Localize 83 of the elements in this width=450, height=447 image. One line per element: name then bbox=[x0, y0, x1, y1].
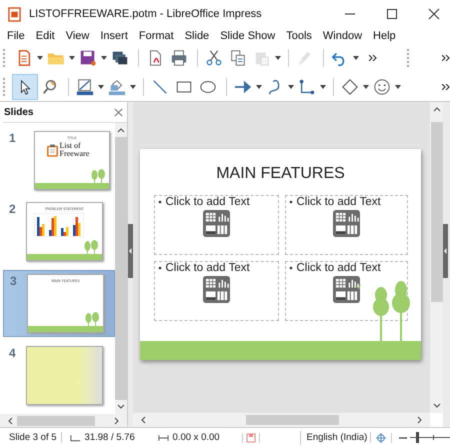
maximize-icon[interactable] bbox=[386, 8, 398, 20]
menu-item[interactable]: Tools bbox=[282, 30, 316, 42]
tree-drawing bbox=[83, 240, 99, 254]
scroll-right-icon[interactable] bbox=[417, 416, 423, 424]
thumbnail-text: List of bbox=[60, 142, 82, 150]
language-status[interactable]: English (India) bbox=[300, 432, 372, 443]
scrollbar-thumb[interactable] bbox=[115, 137, 127, 400]
scroll-down-icon[interactable] bbox=[117, 404, 125, 410]
menu-item[interactable]: Slide Show bbox=[216, 30, 280, 42]
bar-chart-drawing bbox=[34, 213, 84, 237]
tree-drawing bbox=[90, 169, 106, 183]
placeholder-text: Click to add Text bbox=[166, 196, 250, 208]
dropdown-arrow-icon[interactable] bbox=[69, 56, 75, 60]
dropdown-arrow-icon[interactable] bbox=[320, 84, 326, 88]
window-title: LISTOFFREEWARE.potm - LibreOffice Impress bbox=[29, 8, 262, 20]
dropdown-arrow-icon[interactable] bbox=[288, 84, 294, 88]
dropdown-arrow-icon[interactable] bbox=[256, 84, 262, 88]
content-placeholder[interactable]: Click to add Text bbox=[284, 195, 408, 255]
content-placeholder[interactable]: Click to add Text bbox=[154, 195, 278, 255]
insert-content-icon[interactable] bbox=[332, 276, 360, 303]
dropdown-arrow-icon[interactable] bbox=[98, 84, 104, 88]
slider-thumb[interactable] bbox=[416, 432, 420, 443]
document-modified-icon bbox=[246, 432, 256, 442]
scroll-up-icon[interactable] bbox=[432, 106, 440, 112]
menu-item[interactable]: File bbox=[3, 30, 29, 42]
position-icon bbox=[70, 434, 81, 442]
slide-number: 2 bbox=[9, 202, 17, 216]
bullet-icon bbox=[158, 266, 162, 270]
app-icon bbox=[8, 6, 21, 22]
size-readout: 0.00 x 0.00 bbox=[172, 432, 220, 443]
scroll-right-icon[interactable] bbox=[114, 416, 120, 424]
dropdown-arrow-icon[interactable] bbox=[37, 56, 43, 60]
menu-item[interactable]: Window bbox=[318, 30, 366, 42]
collapse-handle-icon[interactable] bbox=[128, 224, 133, 278]
collapse-handle-icon[interactable] bbox=[443, 224, 448, 278]
scroll-left-icon[interactable] bbox=[7, 416, 13, 424]
bullet-icon bbox=[288, 266, 292, 270]
slide-counter: Slide 3 of 5 bbox=[0, 432, 62, 443]
dropdown-arrow-icon[interactable] bbox=[130, 84, 136, 88]
dropdown-arrow-icon[interactable] bbox=[353, 56, 359, 60]
more-icon[interactable] bbox=[442, 55, 450, 61]
panel-title: Slides bbox=[4, 106, 34, 118]
close-icon[interactable] bbox=[428, 8, 440, 20]
size-icon bbox=[158, 434, 169, 442]
content-placeholder[interactable]: Click to add Text bbox=[154, 261, 278, 321]
menu-item[interactable]: Slide bbox=[180, 30, 214, 42]
more-icon[interactable] bbox=[369, 55, 377, 61]
placeholder-text: Click to add Text bbox=[296, 262, 381, 274]
fit-slide-icon[interactable] bbox=[376, 432, 386, 442]
scrollbar-thumb[interactable] bbox=[430, 122, 442, 302]
menu-item[interactable]: Help bbox=[369, 30, 400, 42]
placeholder-text: Click to add Text bbox=[166, 262, 250, 274]
insert-content-icon[interactable] bbox=[202, 210, 230, 237]
scroll-down-icon[interactable] bbox=[432, 403, 440, 409]
insert-content-icon[interactable] bbox=[202, 276, 230, 303]
menu-item[interactable]: Format bbox=[134, 30, 178, 42]
slide-number: 3 bbox=[10, 274, 18, 288]
clipboard-icon bbox=[46, 144, 58, 156]
close-icon[interactable] bbox=[114, 108, 123, 116]
slide-number: 1 bbox=[9, 131, 17, 145]
tree-drawing bbox=[84, 312, 100, 326]
scroll-left-icon[interactable] bbox=[140, 416, 146, 424]
dropdown-arrow-icon[interactable] bbox=[363, 84, 369, 88]
slide-number: 4 bbox=[9, 346, 17, 360]
more-icon[interactable] bbox=[442, 84, 450, 90]
slide-title: MAIN FEATURES bbox=[216, 165, 345, 183]
bullet-icon bbox=[158, 200, 162, 204]
placeholder-text: Click to add Text bbox=[296, 196, 381, 208]
menu-item[interactable]: Edit bbox=[32, 30, 59, 42]
scrollbar-thumb[interactable] bbox=[17, 416, 95, 426]
zoom-slider[interactable] bbox=[410, 432, 450, 443]
bullet-icon bbox=[288, 200, 292, 204]
slide-thumbnail-item[interactable]: 4 bbox=[3, 343, 115, 408]
menu-item[interactable]: Insert bbox=[96, 30, 132, 42]
dropdown-arrow-icon[interactable] bbox=[395, 84, 401, 88]
menu-item[interactable]: View bbox=[62, 30, 94, 42]
insert-content-icon[interactable] bbox=[332, 210, 360, 237]
thumbnail-text: Freeware bbox=[60, 150, 90, 158]
dropdown-arrow-icon[interactable] bbox=[101, 56, 107, 60]
position-readout: 31.98 / 5.76 bbox=[84, 432, 135, 443]
scroll-up-icon[interactable] bbox=[117, 127, 125, 133]
toolbar-button[interactable] bbox=[13, 74, 37, 98]
scrollbar-thumb[interactable] bbox=[246, 415, 339, 425]
